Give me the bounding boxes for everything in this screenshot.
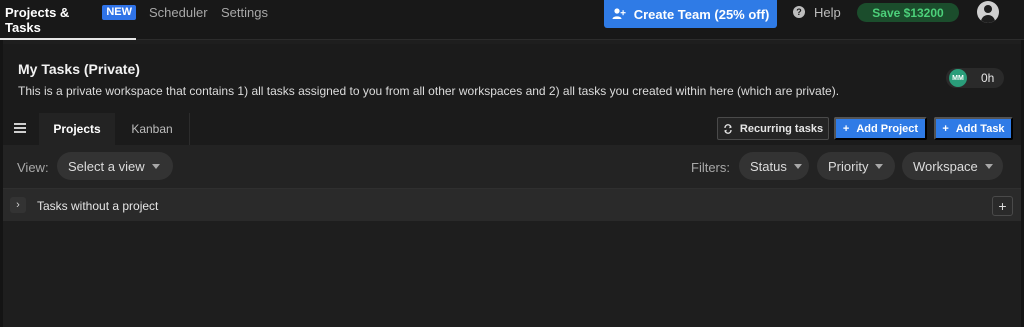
caret-down-icon bbox=[151, 163, 160, 169]
list-item[interactable]: › Tasks without a project + bbox=[3, 188, 1021, 221]
nav-tab-projects-tasks[interactable]: Projects & Tasks NEW bbox=[0, 0, 136, 40]
priority-filter-label: Priority bbox=[828, 158, 869, 174]
recurring-tasks-button[interactable]: Recurring tasks bbox=[717, 117, 829, 140]
caret-down-icon bbox=[984, 163, 993, 169]
user-avatar-icon[interactable] bbox=[977, 1, 999, 23]
view-tabs-bar: Projects Kanban Recurring tasks + Add Pr… bbox=[3, 112, 1021, 145]
filters-label: Filters: bbox=[691, 160, 730, 175]
workspace-header: My Tasks (Private) This is a private wor… bbox=[3, 44, 1021, 112]
help-label: Help bbox=[814, 4, 841, 20]
save-badge[interactable]: Save $13200 bbox=[857, 3, 959, 22]
select-view-label: Select a view bbox=[68, 158, 145, 174]
add-user-icon bbox=[612, 8, 626, 19]
tab-kanban[interactable]: Kanban bbox=[115, 113, 190, 145]
workspace-title: My Tasks (Private) bbox=[18, 61, 140, 77]
question-icon: ? bbox=[793, 6, 805, 18]
caret-down-icon bbox=[793, 163, 802, 169]
nav-tab-scheduler[interactable]: Scheduler bbox=[149, 0, 208, 40]
tab-projects[interactable]: Projects bbox=[39, 113, 115, 145]
help-link[interactable]: ? Help bbox=[793, 3, 841, 21]
add-task-label: Add Task bbox=[955, 122, 1005, 135]
filters-bar: View: Select a view Filters: Status Prio… bbox=[3, 145, 1021, 188]
top-nav: Projects & Tasks NEW Scheduler Settings … bbox=[0, 0, 1024, 40]
nav-tab-projects-tasks-label: Projects & Tasks bbox=[5, 5, 70, 35]
nav-tab-settings[interactable]: Settings bbox=[221, 0, 268, 40]
plus-icon: + bbox=[942, 122, 949, 135]
chevron-right-icon[interactable]: › bbox=[10, 197, 26, 213]
priority-filter[interactable]: Priority bbox=[817, 152, 895, 180]
repeat-icon bbox=[724, 123, 732, 134]
task-list-area bbox=[3, 222, 1021, 327]
menu-icon[interactable] bbox=[14, 123, 26, 133]
workspace-description: This is a private workspace that contain… bbox=[18, 84, 840, 98]
new-badge: NEW bbox=[102, 5, 136, 20]
add-task-button[interactable]: + Add Task bbox=[934, 117, 1013, 140]
add-task-to-group-button[interactable]: + bbox=[992, 196, 1013, 216]
group-label: Tasks without a project bbox=[37, 199, 159, 213]
workspace-filter[interactable]: Workspace bbox=[902, 152, 1003, 180]
recurring-tasks-label: Recurring tasks bbox=[739, 122, 824, 135]
create-team-button[interactable]: Create Team (25% off) bbox=[604, 0, 777, 28]
plus-icon: + bbox=[842, 122, 850, 135]
add-project-button[interactable]: + Add Project bbox=[834, 117, 927, 140]
select-view-dropdown[interactable]: Select a view bbox=[57, 152, 173, 180]
timer-value: 0h bbox=[981, 71, 995, 85]
time-tracker[interactable]: MM 0h bbox=[946, 68, 1004, 88]
caret-down-icon bbox=[875, 163, 884, 169]
avatar: MM bbox=[949, 69, 967, 87]
create-team-label: Create Team (25% off) bbox=[633, 6, 770, 22]
status-filter-label: Status bbox=[750, 158, 787, 174]
workspace-filter-label: Workspace bbox=[913, 158, 978, 174]
add-project-label: Add Project bbox=[856, 122, 919, 135]
status-filter[interactable]: Status bbox=[739, 152, 809, 180]
view-label: View: bbox=[17, 160, 49, 175]
